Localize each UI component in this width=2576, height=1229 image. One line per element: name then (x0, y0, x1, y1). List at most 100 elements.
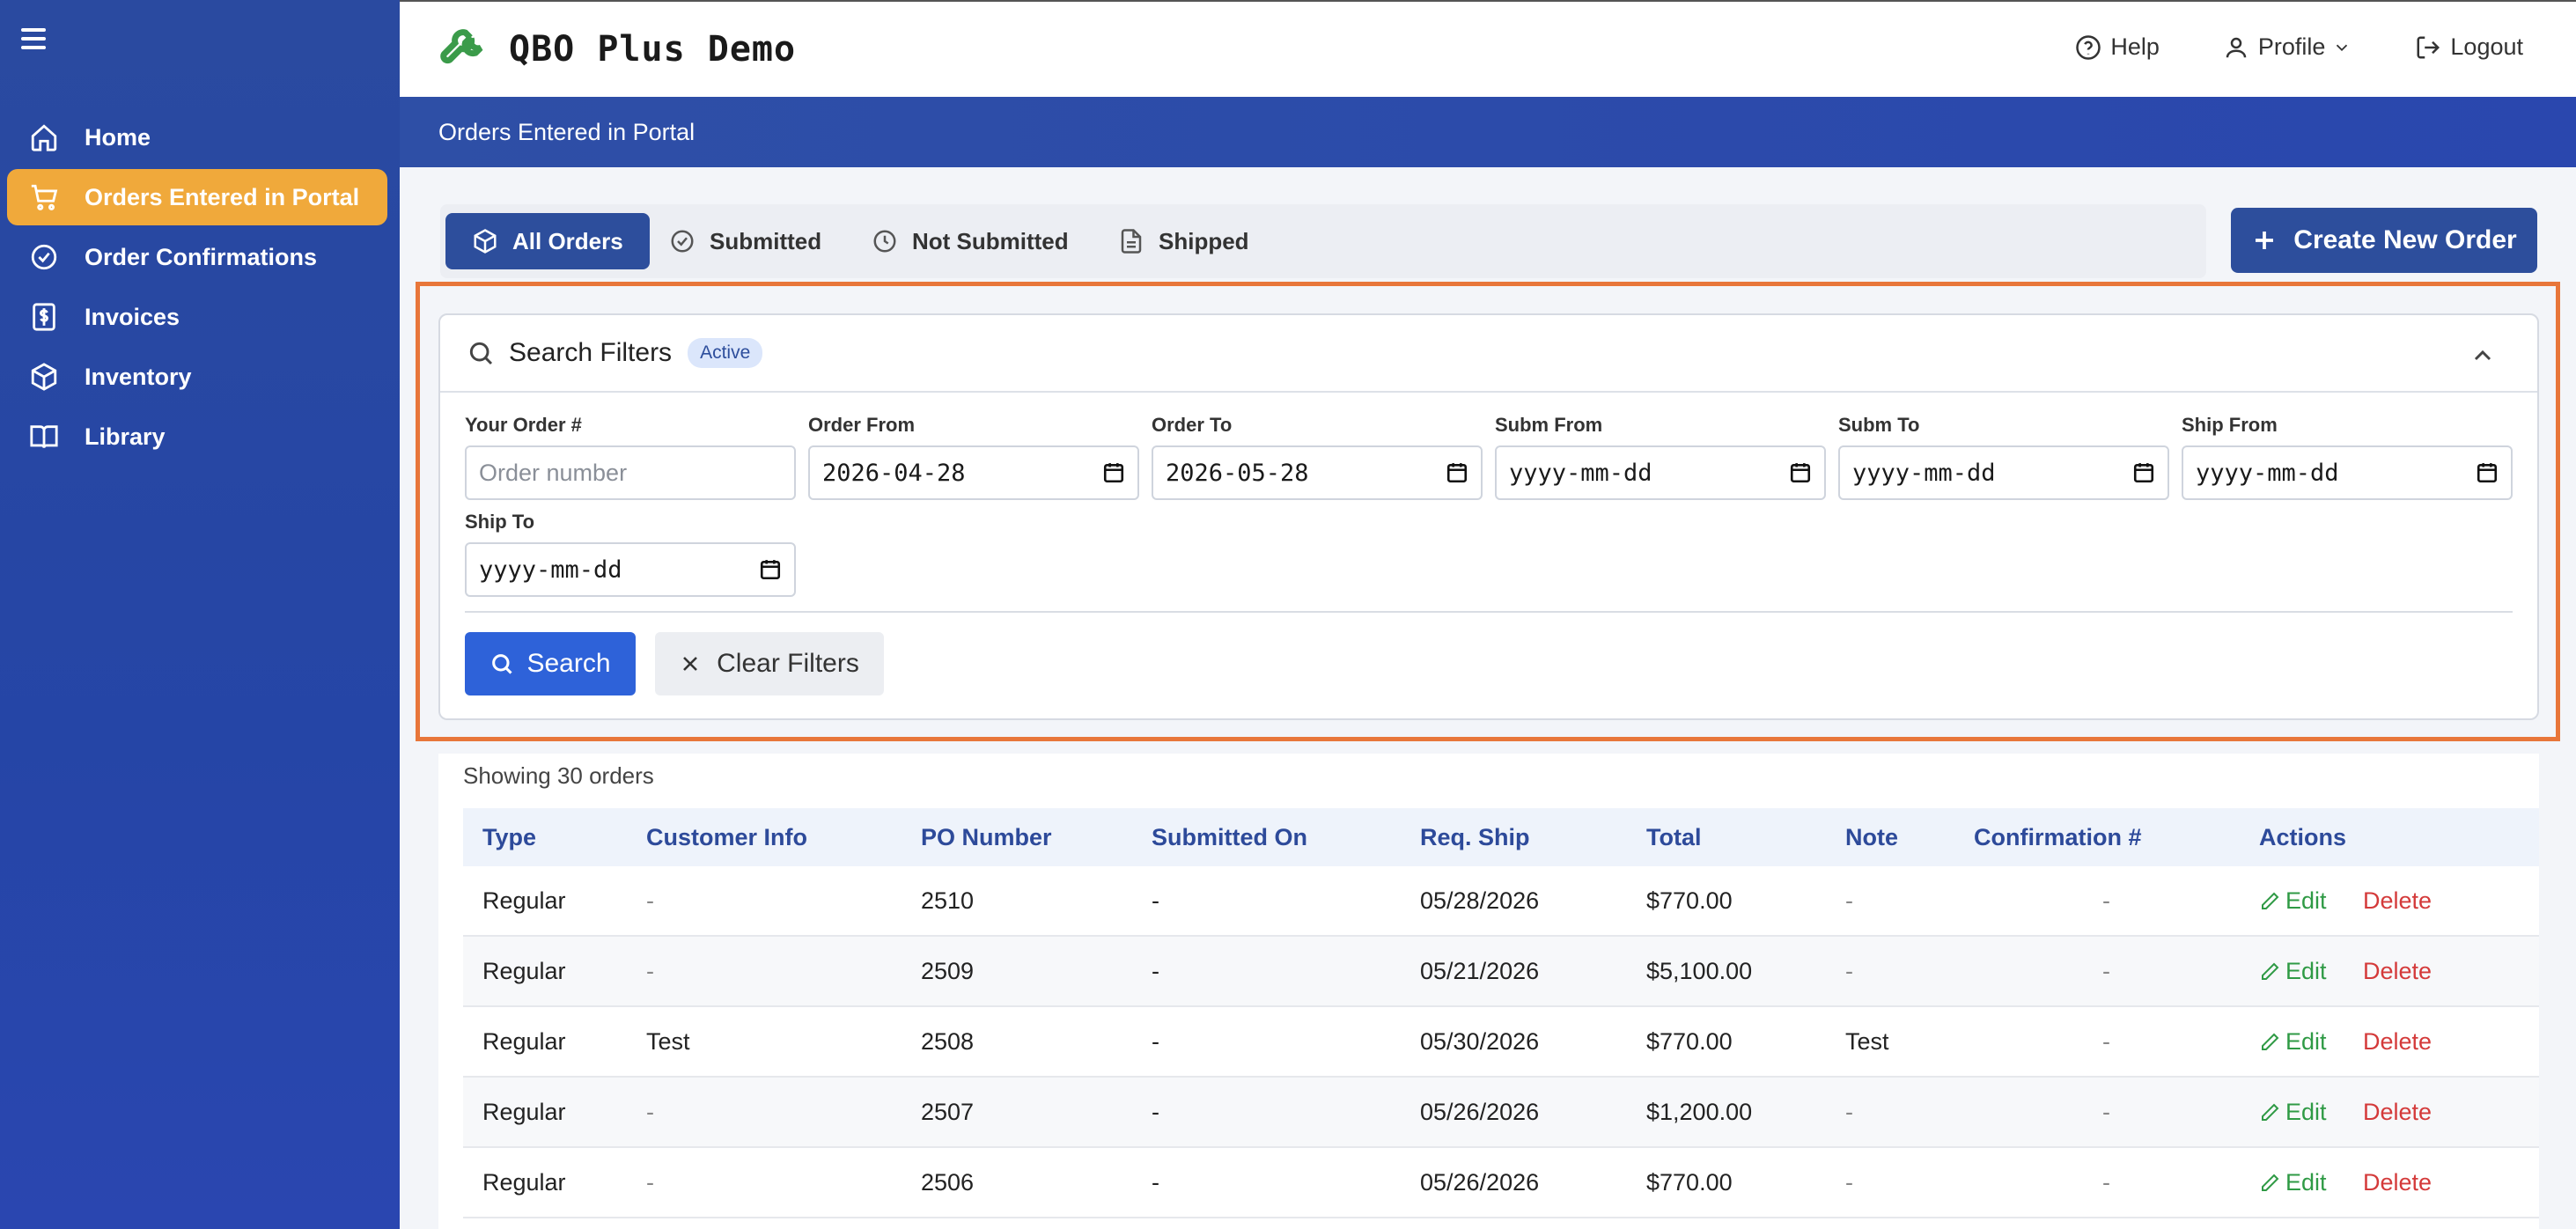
filters-title: Search Filters (509, 338, 673, 367)
edit-button[interactable]: Edit (2259, 1099, 2327, 1126)
pencil-icon (2262, 892, 2279, 909)
profile-label: Profile (2257, 33, 2326, 60)
search-button[interactable]: Search (465, 632, 636, 695)
help-icon (2076, 34, 2101, 60)
search-button-label: Search (526, 649, 611, 678)
cell-confirmation: - (2102, 887, 2110, 914)
chevron-up-icon[interactable] (2469, 342, 2497, 370)
cell-note: - (1845, 887, 1853, 914)
field-label: Ship From (2182, 414, 2278, 436)
clear-button-label: Clear Filters (717, 649, 859, 678)
edit-button[interactable]: Edit (2259, 958, 2327, 985)
sidebar-item-home[interactable]: Home (7, 109, 387, 166)
calendar-icon[interactable] (2476, 461, 2499, 484)
user-icon (2226, 37, 2247, 57)
tab-label: Submitted (710, 227, 822, 254)
cell-confirmation: - (2102, 1028, 2110, 1055)
cell-type: Regular (482, 958, 566, 984)
top-bar: QBO Plus Demo Help Profile Logout (400, 0, 2576, 97)
field-label: Ship To (465, 511, 535, 533)
table-row: Regular - 2510 - 05/28/2026 $770.00 - - Edit Dele… (463, 866, 2539, 937)
pencil-icon (2262, 962, 2279, 980)
cell-customer: Test (646, 1028, 690, 1055)
calendar-icon[interactable] (2132, 461, 2155, 484)
cell-submitted: - (1152, 887, 1159, 914)
sidebar-item-library[interactable]: Library (7, 408, 387, 465)
document-icon (1121, 229, 1142, 254)
sidebar-nav: Home Orders Entered in Portal Order Conf… (7, 109, 387, 468)
sidebar-item-invoices[interactable]: Invoices (7, 289, 387, 345)
top-nav: Help Profile Logout (2075, 33, 2523, 61)
create-new-order-button[interactable]: Create New Order (2231, 208, 2537, 273)
edit-label: Edit (2285, 1028, 2327, 1055)
close-icon (683, 657, 698, 671)
tab-not-submitted[interactable]: Not Submitted (845, 213, 1095, 269)
cell-submitted: - (1152, 1099, 1159, 1125)
filters-header[interactable]: Search Filters Active (440, 315, 2537, 393)
order-to-input[interactable]: 2026-05-28 (1152, 445, 1483, 500)
field-label: Subm From (1495, 414, 1603, 436)
help-label: Help (2110, 33, 2160, 60)
delete-button[interactable]: Delete (2363, 1099, 2432, 1126)
sidebar-item-label: Home (85, 123, 151, 151)
cell-po: 2509 (921, 958, 975, 984)
page-title: Orders Entered in Portal (438, 118, 696, 145)
edit-button[interactable]: Edit (2259, 1028, 2327, 1056)
sidebar-item-order-confirmations[interactable]: Order Confirmations (7, 229, 387, 285)
delete-button[interactable]: Delete (2363, 887, 2432, 915)
field-label: Your Order # (465, 414, 582, 436)
table-row: Regular - 2506 - 05/26/2026 $770.00 - - Edit Dele… (463, 1148, 2539, 1218)
sidebar-item-label: Library (85, 423, 166, 450)
dollar-icon (26, 299, 62, 335)
logout-icon (2417, 36, 2440, 58)
sidebar-item-label: Inventory (85, 363, 192, 390)
cell-req-ship: 05/28/2026 (1420, 887, 1540, 914)
sidebar-item-orders[interactable]: Orders Entered in Portal (7, 169, 387, 225)
tab-label: Shipped (1159, 227, 1249, 254)
order-to-field: Order To 2026-05-28 (1152, 414, 1483, 500)
edit-label: Edit (2285, 958, 2327, 984)
table-row: Regular - 2509 - 05/21/2026 $5,100.00 - - Edit De… (463, 937, 2539, 1007)
profile-menu[interactable]: Profile (2223, 33, 2352, 61)
subm-to-value: yyyy-mm-dd (1852, 459, 1996, 487)
cell-confirmation: - (2102, 1169, 2110, 1196)
cell-confirmation: - (2102, 1099, 2110, 1125)
clock-icon (873, 230, 896, 253)
cell-po: 2507 (921, 1099, 975, 1125)
cell-note: - (1845, 958, 1853, 984)
hamburger-menu-icon[interactable] (21, 28, 51, 58)
edit-button[interactable]: Edit (2259, 887, 2327, 915)
calendar-icon[interactable] (759, 558, 782, 581)
tab-submitted[interactable]: Submitted (643, 213, 848, 269)
cell-customer: - (646, 1099, 654, 1125)
delete-button[interactable]: Delete (2363, 1028, 2432, 1056)
calendar-icon[interactable] (1446, 461, 1468, 484)
tab-shipped[interactable]: Shipped (1092, 213, 1276, 269)
clear-filters-button[interactable]: Clear Filters (655, 632, 884, 695)
cell-type: Regular (482, 887, 566, 914)
box-icon (474, 229, 497, 254)
tab-all-orders[interactable]: All Orders (445, 213, 650, 269)
ship-from-input[interactable]: yyyy-mm-dd (2182, 445, 2513, 500)
subm-from-input[interactable]: yyyy-mm-dd (1495, 445, 1826, 500)
edit-button[interactable]: Edit (2259, 1169, 2327, 1196)
sidebar-item-inventory[interactable]: Inventory (7, 349, 387, 405)
logout-link[interactable]: Logout (2415, 33, 2523, 61)
help-link[interactable]: Help (2075, 33, 2160, 61)
order-to-value: 2026-05-28 (1166, 459, 1309, 487)
cell-note: - (1845, 1169, 1853, 1196)
edit-label: Edit (2285, 887, 2327, 914)
ship-to-input[interactable]: yyyy-mm-dd (465, 542, 796, 597)
calendar-icon[interactable] (1789, 461, 1812, 484)
order-number-input[interactable]: Order number (465, 445, 796, 500)
delete-button[interactable]: Delete (2363, 958, 2432, 985)
delete-button[interactable]: Delete (2363, 1169, 2432, 1196)
order-from-input[interactable]: 2026-04-28 (808, 445, 1139, 500)
results-count: Showing 30 orders (463, 762, 654, 789)
ship-from-field: Ship From yyyy-mm-dd (2182, 414, 2513, 500)
subm-to-input[interactable]: yyyy-mm-dd (1838, 445, 2169, 500)
tabs-bar: All Orders Submitted Not Submitted Shipp… (440, 204, 2206, 278)
calendar-icon[interactable] (1102, 461, 1125, 484)
brand[interactable]: QBO Plus Demo (440, 25, 796, 74)
cell-type: Regular (482, 1028, 566, 1055)
